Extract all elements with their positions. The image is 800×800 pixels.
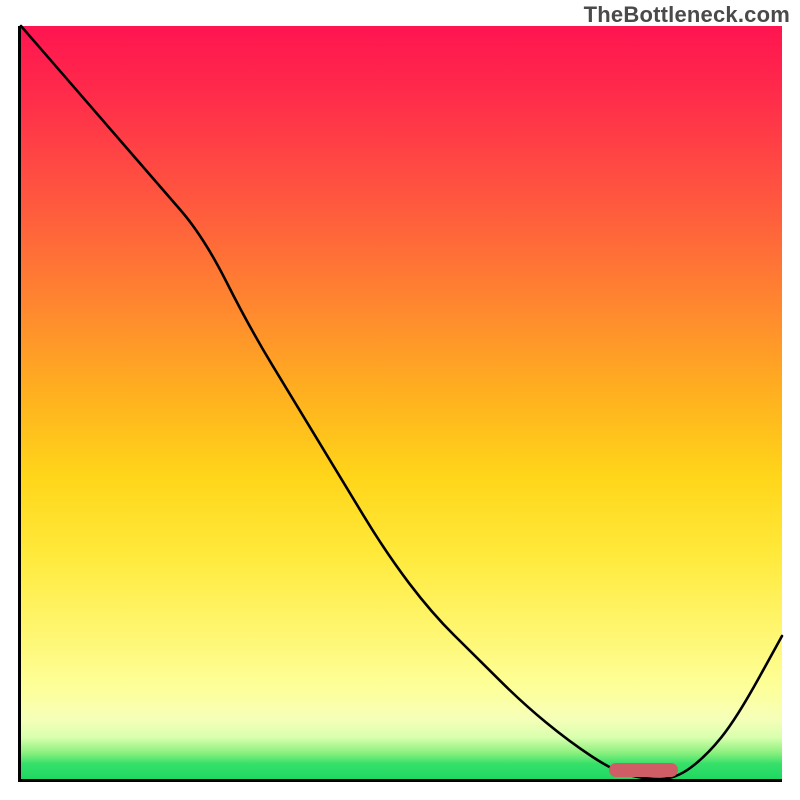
line-chart [21, 26, 782, 779]
plot-area [18, 26, 782, 782]
chart-frame: TheBottleneck.com [0, 0, 800, 800]
bottleneck-marker [609, 763, 678, 777]
watermark-text: TheBottleneck.com [584, 2, 790, 28]
curve-path [21, 26, 782, 779]
